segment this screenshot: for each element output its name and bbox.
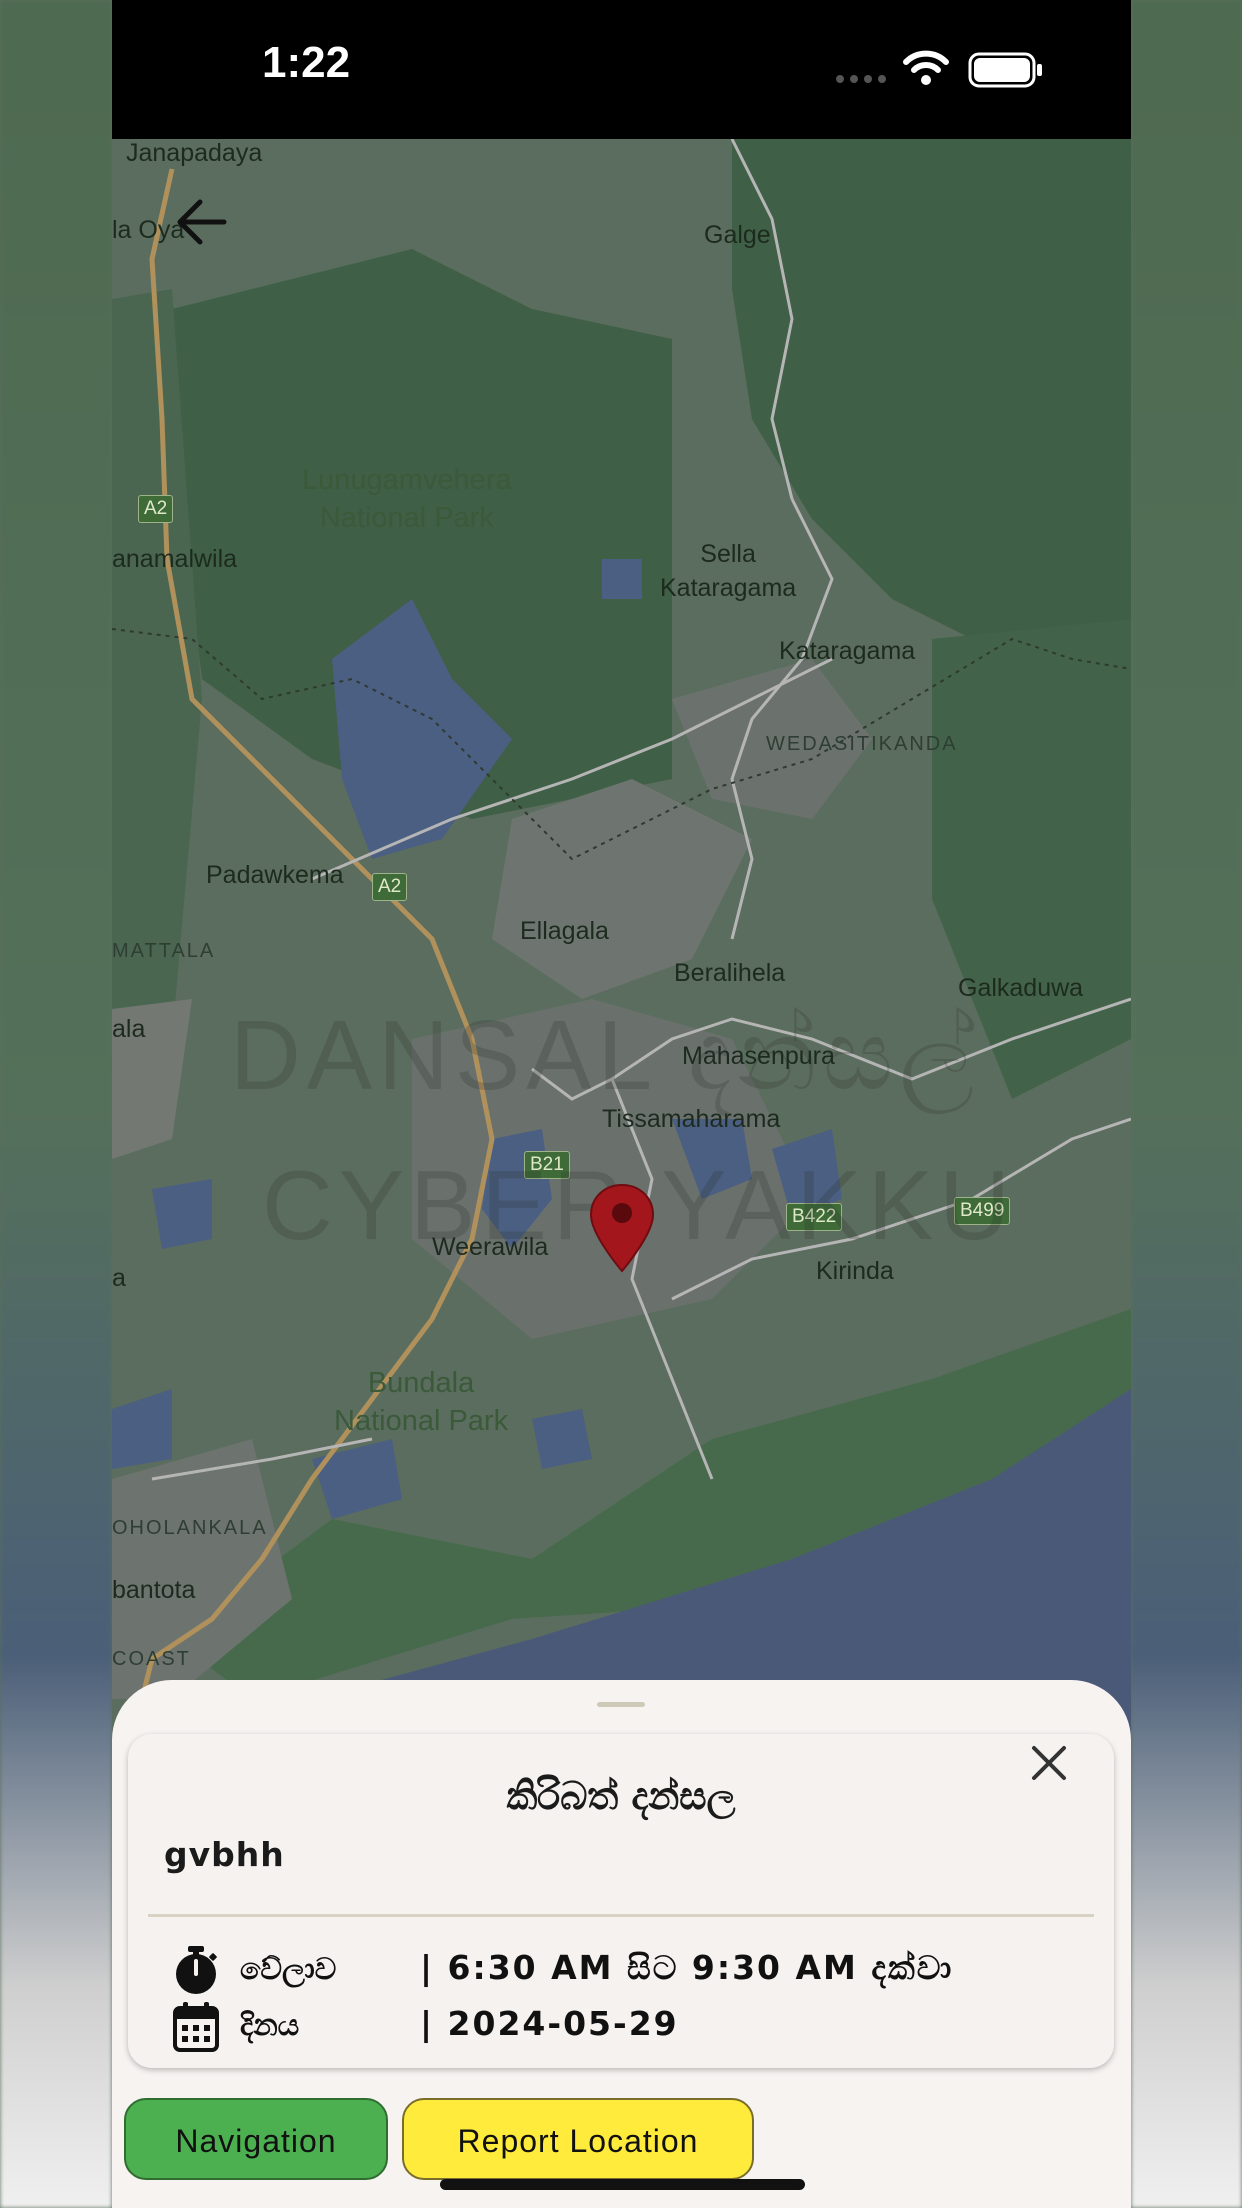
date-value: | 2024-05-29 xyxy=(420,2004,679,2043)
back-arrow-icon[interactable] xyxy=(174,192,234,252)
battery-icon xyxy=(968,52,1042,88)
map-label-galge: Galge xyxy=(704,221,771,249)
map-label-beralihela: Beralihela xyxy=(674,959,786,987)
map-label-anamalwila: anamalwila xyxy=(112,545,238,573)
report-location-button[interactable]: Report Location xyxy=(402,2098,754,2180)
road-shield-a2-top: A2 xyxy=(138,495,174,523)
date-label: දිනය xyxy=(240,2008,300,2043)
map-label-padawkema: Padawkema xyxy=(206,861,344,889)
map-label-mattala: MATTALA xyxy=(112,940,216,962)
map-label-lunugamvehera: Lunugamvehera National Park xyxy=(302,464,512,534)
map-label-janapadaya: Janapadaya xyxy=(126,139,263,167)
map-label-coast: COAST xyxy=(112,1648,191,1670)
cellular-signal-icon xyxy=(836,75,886,83)
date-row: දිනය | 2024-05-29 xyxy=(172,2002,1092,2052)
dansal-description: gvbhh xyxy=(164,1835,285,1874)
map-label-kataragama: Kataragama xyxy=(779,637,916,665)
calendar-icon xyxy=(173,2002,219,2052)
card-divider xyxy=(148,1914,1094,1917)
map-label-oholankala: OHOLANKALA xyxy=(112,1517,268,1539)
time-row: වේලාව | 6:30 AM සිට 9:30 AM දක්වා xyxy=(172,1946,1092,1996)
dansal-title: කිරිබත් දන්සල xyxy=(506,1774,736,1818)
bottom-sheet: කිරිබත් දන්සල gvbhh වේලාව | 6:30 AM සිට … xyxy=(112,1680,1131,2208)
close-icon[interactable] xyxy=(1026,1740,1072,1786)
map-label-a: a xyxy=(112,1264,126,1292)
phone-screen: Janapadaya la Oya Galge Lunugamvehera Na… xyxy=(112,0,1131,2208)
home-indicator[interactable] xyxy=(440,2179,805,2190)
sheet-drag-handle[interactable] xyxy=(597,1702,645,1707)
map-label-ala: ala xyxy=(112,1015,146,1043)
navigation-button[interactable]: Navigation xyxy=(124,2098,388,2180)
wifi-icon xyxy=(903,50,949,85)
time-value: | 6:30 AM සිට 9:30 AM දක්වා xyxy=(420,1948,954,1987)
map-label-bundala: Bundala National Park xyxy=(334,1367,509,1437)
status-bar: 1:22 xyxy=(112,0,1131,139)
time-label: වේලාව xyxy=(240,1952,337,1987)
watermark-line-1: DANSAL දන්සල් xyxy=(230,1000,981,1110)
blurred-background-left xyxy=(0,0,112,2208)
status-time: 1:22 xyxy=(262,38,351,87)
map-label-bantota: bantota xyxy=(112,1576,196,1604)
map-label-ellagala: Ellagala xyxy=(520,917,609,945)
location-pin-icon[interactable] xyxy=(589,1183,655,1273)
stopwatch-icon xyxy=(176,1946,217,1994)
map-label-sella-kataragama: Sella Kataragama xyxy=(660,540,797,602)
blurred-background-right xyxy=(1131,0,1242,2208)
map-label-wedasitikanda: WEDASITIKANDA xyxy=(766,733,958,755)
dansal-info-card: කිරිබත් දන්සල gvbhh වේලාව | 6:30 AM සිට … xyxy=(128,1734,1114,2068)
road-shield-a2-mid: A2 xyxy=(372,873,408,901)
